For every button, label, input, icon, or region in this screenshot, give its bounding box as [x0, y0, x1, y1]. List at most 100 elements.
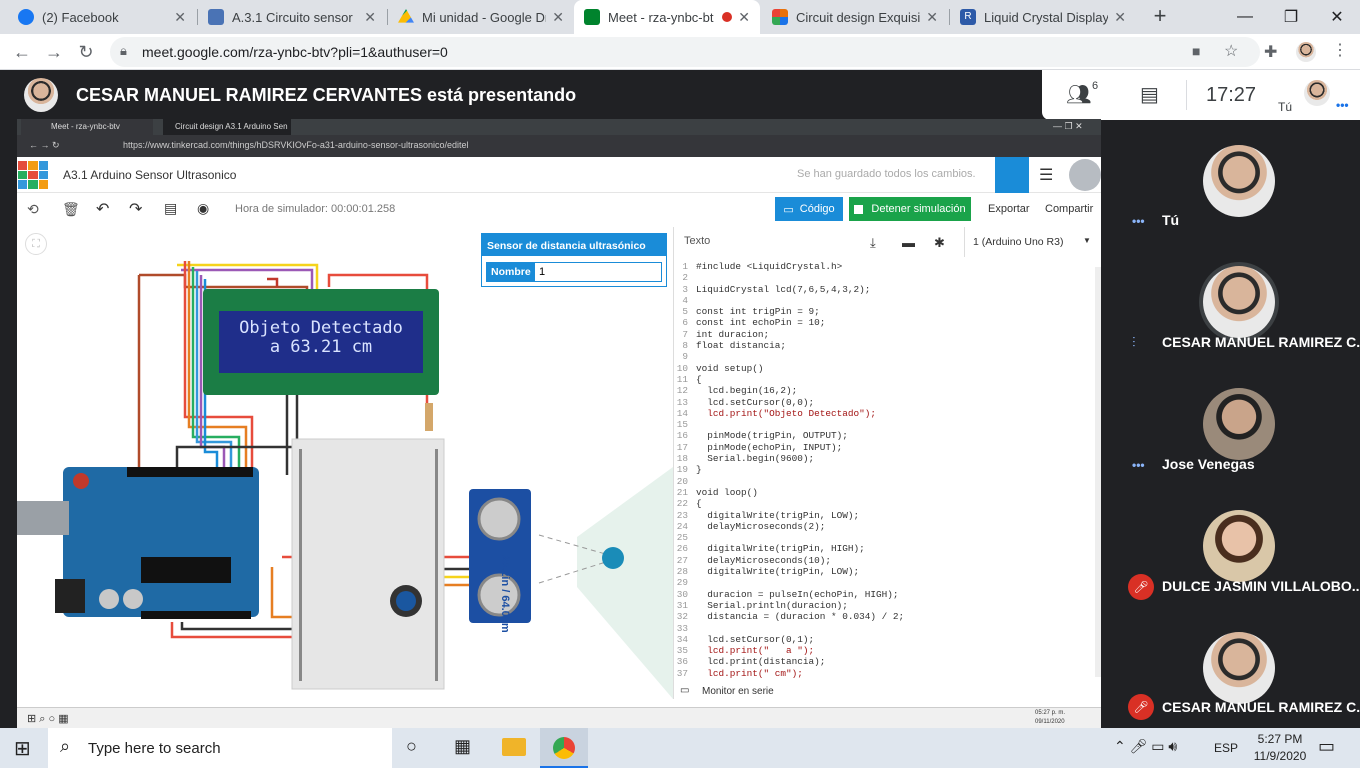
undo-icon[interactable]: ↶ — [96, 199, 109, 219]
inspector-title: Sensor de distancia ultrasónico — [482, 234, 666, 256]
close-icon[interactable]: ✕ — [552, 9, 564, 26]
tab-title: (2) Facebook — [42, 9, 119, 25]
inspector-name-input[interactable]: 1 — [534, 262, 662, 282]
r-icon: R — [960, 9, 976, 25]
windows-start-icon[interactable]: ⊞ — [14, 736, 31, 761]
taskbar-date[interactable]: 11/9/2020 — [1252, 749, 1308, 763]
extensions-icon[interactable]: ✚ — [1264, 42, 1277, 62]
visibility-icon[interactable]: ◉ — [197, 200, 209, 217]
tab-title: Liquid Crystal Display (I — [984, 9, 1109, 25]
address-bar[interactable]: 🔒︎ meet.google.com/rza-ynbc-btv?pli=1&au… — [110, 37, 1260, 67]
taskbar-search[interactable]: ⌕ Type here to search — [48, 728, 392, 768]
code-text: lcd.print(" a "); — [696, 645, 815, 657]
tab-google-drive[interactable]: Mi unidad - Google Dri ✕ — [388, 0, 574, 34]
notes-icon[interactable]: ▤ — [164, 200, 177, 217]
share-button[interactable]: Compartir — [1045, 203, 1093, 215]
presenting-bar: CESAR MANUEL RAMIREZ CERVANTES está pres… — [0, 70, 1040, 120]
stop-simulation-button[interactable]: Detener simulación — [849, 197, 971, 221]
tab-tinkercad[interactable]: Circuit design Exquisite ✕ — [762, 0, 948, 34]
code-text: const int trigPin = 9; — [696, 306, 820, 318]
line-number: 6 — [682, 317, 688, 329]
line-number: 36 — [676, 656, 688, 668]
close-icon[interactable]: ✕ — [174, 9, 186, 26]
tab-lcd[interactable]: R Liquid Crystal Display (I ✕ — [950, 0, 1136, 34]
upload-icon[interactable]: ▬ — [902, 235, 915, 250]
code-text: LiquidCrystal lcd(7,6,5,4,3,2); — [696, 283, 871, 295]
presenter-avatar — [24, 78, 58, 112]
code-line: 7 int duracion; — [674, 329, 1094, 340]
code-text: { — [696, 373, 702, 385]
download-icon[interactable]: ⤓ — [870, 235, 876, 251]
redo-icon[interactable]: ↷ — [129, 199, 142, 219]
close-window-button[interactable]: ✕ — [1314, 0, 1360, 34]
close-icon[interactable]: ✕ — [926, 9, 938, 26]
code-editor[interactable]: 1 #include <LiquidCrystal.h> 2 3 LiquidCryst… — [674, 261, 1094, 681]
list-view-icon[interactable]: ☰ — [1039, 165, 1053, 185]
line-number: 22 — [676, 498, 688, 510]
tab-facebook[interactable]: (2) Facebook ✕ — [8, 0, 196, 34]
file-explorer-icon[interactable] — [502, 738, 526, 756]
line-number: 21 — [676, 486, 688, 498]
circuit-canvas[interactable]: ⛶ Objeto Detectado a 63.21 cm 25.2in / 6… — [17, 227, 673, 699]
line-number: 11 — [676, 373, 688, 385]
close-icon[interactable]: ✕ — [364, 9, 376, 26]
line-number: 15 — [676, 419, 688, 431]
reload-button[interactable]: ↻ — [72, 38, 100, 66]
language-indicator[interactable]: ESP — [1214, 741, 1238, 755]
code-text: int duracion; — [696, 328, 770, 340]
chat-icon[interactable]: ▤ — [1140, 82, 1159, 107]
code-line: 36 lcd.print(distancia); — [674, 656, 1094, 667]
line-number: 28 — [676, 566, 688, 578]
component-inspector: Sensor de distancia ultrasónico Nombre 1 — [481, 233, 667, 287]
browser-tab-strip: (2) Facebook ✕ A.3.1 Circuito sensor ✕ M… — [0, 0, 1360, 34]
participant-avatar — [1203, 632, 1275, 704]
new-tab-button[interactable]: + — [1148, 4, 1172, 28]
participant-name: CESAR MANUEL RAMIREZ C... — [1162, 334, 1360, 350]
line-number: 10 — [676, 362, 688, 374]
lock-icon: 🔒︎ — [120, 43, 127, 58]
export-button[interactable]: Exportar — [988, 203, 1030, 215]
people-icon[interactable]: 👥︎ — [1066, 82, 1091, 107]
inner-tab: Circuit design A3.1 Arduino Sen — [163, 119, 291, 135]
classroom-icon — [208, 9, 224, 25]
code-text: lcd.begin(16,2); — [696, 385, 798, 397]
chrome-taskbar-button[interactable] — [540, 728, 588, 768]
board-select[interactable]: 1 (Arduino Uno R3) ▼ — [964, 227, 1101, 257]
url-text: meet.google.com/rza-ynbc-btv?pli=1&authu… — [142, 44, 448, 60]
minimize-button[interactable]: — — [1222, 0, 1268, 34]
code-text: const int echoPin = 10; — [696, 317, 826, 329]
serial-monitor-button[interactable]: Monitor en serie — [702, 686, 774, 697]
notification-icon[interactable]: ▭ — [1318, 736, 1335, 757]
forward-button[interactable]: → — [40, 38, 68, 66]
participant-name: Jose Venegas — [1162, 456, 1255, 472]
camera-icon[interactable]: ■ — [1192, 43, 1200, 59]
close-icon[interactable]: ✕ — [1114, 9, 1126, 26]
trash-icon[interactable]: 🗑︎ — [62, 201, 80, 218]
profile-avatar[interactable] — [1296, 42, 1316, 62]
inner-tab: Meet - rza-ynbc-btv — [21, 119, 153, 135]
rotate-icon[interactable]: ⟲ — [27, 201, 39, 218]
project-title[interactable]: A3.1 Arduino Sensor Ultrasonico — [63, 168, 236, 182]
cortana-icon[interactable]: ○ — [406, 736, 417, 757]
code-line: 28 digitalWrite(trigPin, LOW); — [674, 566, 1094, 577]
taskbar-time[interactable]: 5:27 PM — [1252, 732, 1308, 746]
code-text: Serial.println(duracion); — [696, 599, 848, 611]
tab-circuito[interactable]: A.3.1 Circuito sensor ✕ — [198, 0, 386, 34]
code-line: 30 duracion = pulseIn(echoPin, HIGH); — [674, 589, 1094, 600]
circuit-view-button[interactable] — [995, 157, 1029, 193]
close-icon[interactable]: ✕ — [738, 9, 750, 26]
tinkercad-header: A3.1 Arduino Sensor Ultrasonico Se han g… — [17, 157, 1101, 193]
tab-meet[interactable]: Meet - rza-ynbc-bt ✕ — [574, 0, 760, 34]
code-scrollbar[interactable] — [1095, 267, 1101, 677]
task-view-icon[interactable]: ▦ — [454, 736, 471, 757]
back-button[interactable]: ← — [8, 38, 36, 66]
tray-icons[interactable]: ⌃ 🎤︎ ▭ 🔊︎ — [1114, 738, 1177, 755]
line-number: 9 — [682, 351, 688, 363]
menu-icon[interactable]: ⋮ — [1332, 40, 1348, 60]
star-icon[interactable]: ☆ — [1224, 41, 1238, 61]
user-avatar[interactable] — [1069, 159, 1101, 191]
monitor-icon[interactable]: ▭ — [680, 685, 689, 696]
code-button[interactable]: ▭ Código — [775, 197, 843, 221]
restore-button[interactable]: ❐ — [1268, 0, 1314, 34]
debug-icon[interactable]: ✱ — [934, 235, 945, 251]
